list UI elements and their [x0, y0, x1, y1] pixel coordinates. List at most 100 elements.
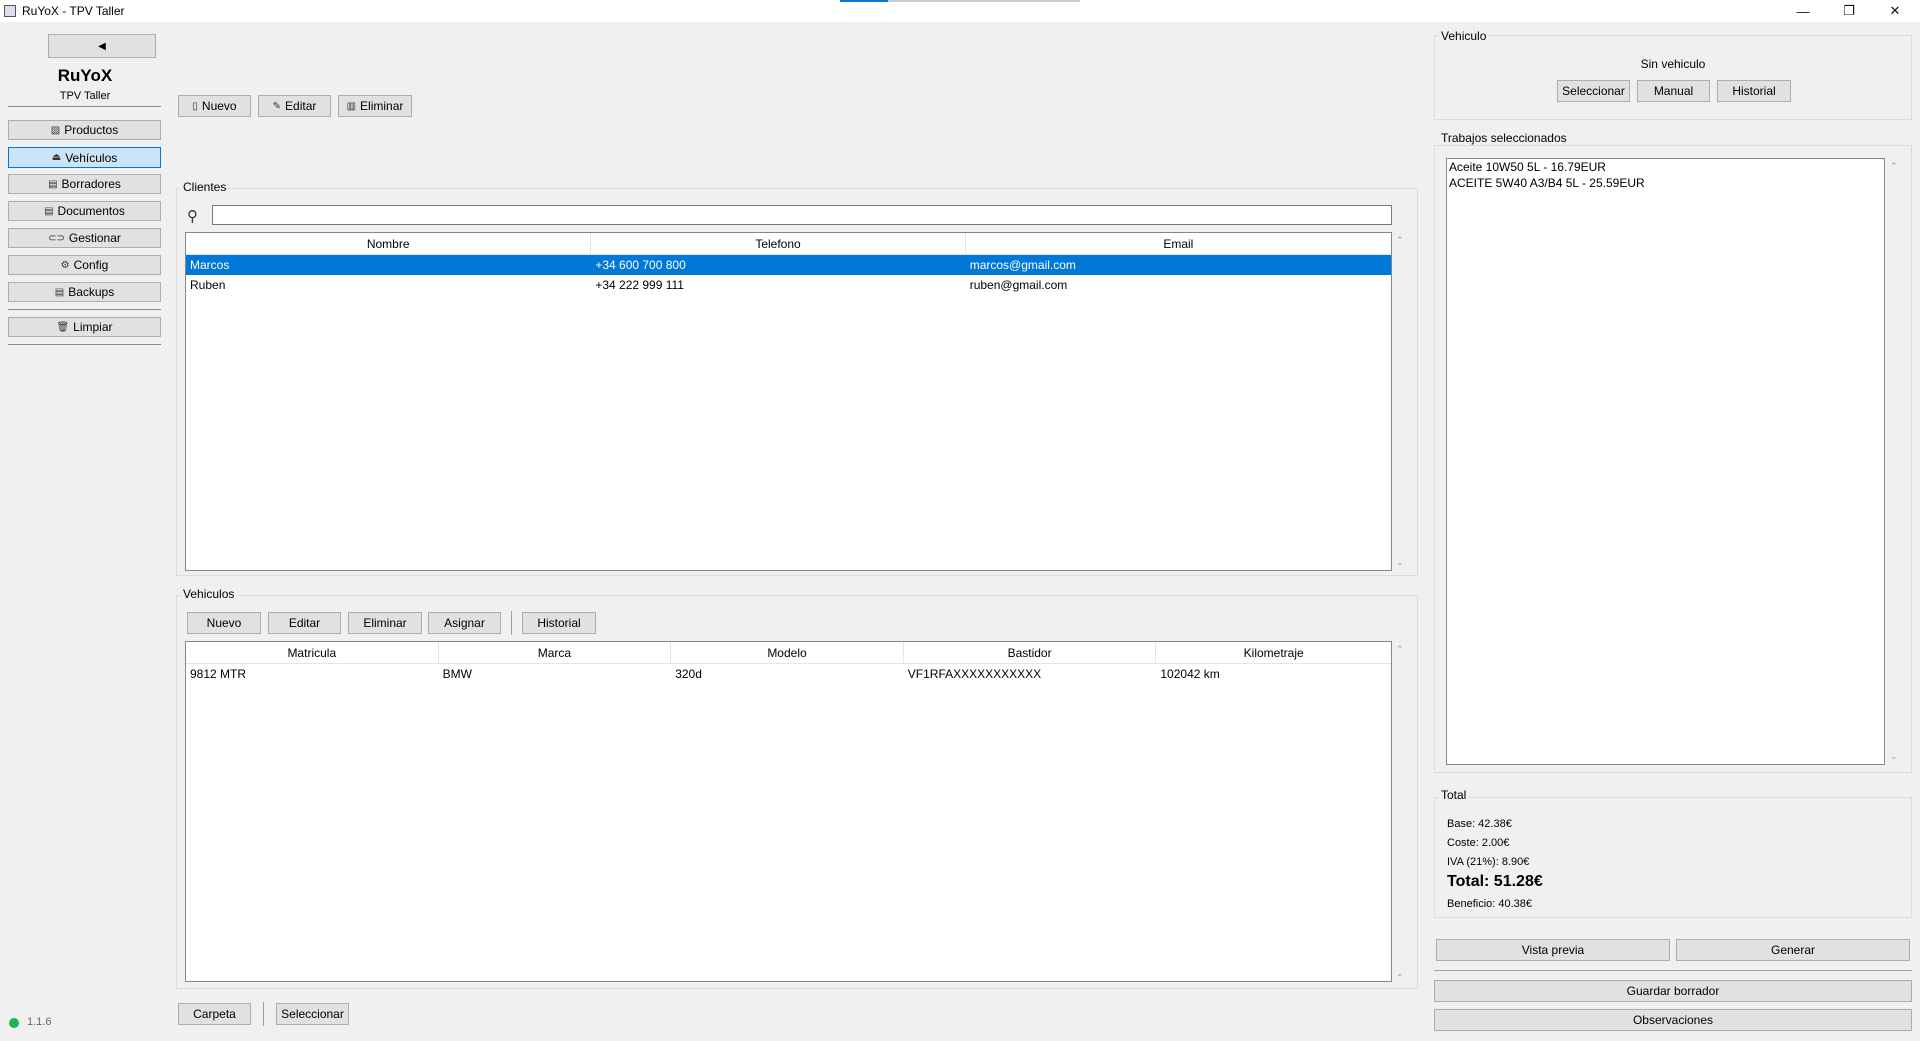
table-row[interactable]: Marcos +34 600 700 800 marcos@gmail.com: [186, 255, 1391, 275]
cell-bastidor: VF1RFAXXXXXXXXXXX: [907, 667, 1042, 681]
column-header-matricula[interactable]: Matricula: [186, 642, 439, 663]
historial-vehiculo-button[interactable]: Historial: [522, 612, 596, 634]
column-header-bastidor[interactable]: Bastidor: [904, 642, 1157, 663]
brand-subtitle: TPV Taller: [59, 90, 111, 102]
total-base: Base: 42.38€: [1447, 818, 1512, 830]
scroll-down-icon[interactable]: ⌄: [1890, 751, 1898, 762]
clientes-title: Clientes: [181, 180, 229, 194]
column-header-nombre[interactable]: Nombre: [186, 233, 592, 254]
app-icon: [4, 5, 16, 17]
cell-matricula: 9812 MTR: [190, 667, 247, 681]
manual-vehiculo-button[interactable]: Manual: [1637, 80, 1710, 102]
vehiculo-status: Sin vehiculo: [1640, 57, 1706, 71]
column-header-email[interactable]: Email: [966, 233, 1391, 254]
total-beneficio: Beneficio: 40.38€: [1447, 898, 1533, 910]
toolbar-divider: [263, 1002, 264, 1026]
asignar-vehiculo-button[interactable]: Asignar: [428, 612, 501, 634]
nuevo-cliente-button[interactable]: ▯ Nuevo: [178, 95, 251, 117]
editar-vehiculo-button[interactable]: Editar: [268, 612, 341, 634]
edit-icon: ✎: [272, 100, 282, 112]
table-row[interactable]: Ruben +34 222 999 111 ruben@gmail.com: [186, 275, 1391, 295]
eliminar-vehiculo-button[interactable]: Eliminar: [348, 612, 422, 634]
status-indicator: [9, 1018, 19, 1028]
sidebar-item-label: Vehículos: [65, 150, 118, 165]
column-header-kilometraje[interactable]: Kilometraje: [1156, 642, 1391, 663]
cell-nombre: Marcos: [190, 258, 230, 272]
list-item[interactable]: ACEITE 5W40 A3/B4 5L - 25.59EUR: [1447, 175, 1884, 191]
scroll-up-icon[interactable]: ⌃: [1396, 644, 1404, 655]
nuevo-vehiculo-button[interactable]: Nuevo: [187, 612, 261, 634]
sidebar-item-label: Gestionar: [68, 231, 121, 245]
seleccionar-button[interactable]: Seleccionar: [276, 1003, 349, 1025]
title-bar: RuYoX - TPV Taller — ❐ ✕: [0, 0, 1920, 22]
search-icon: ⚲: [187, 208, 198, 225]
seleccionar-vehiculo-button[interactable]: Seleccionar: [1557, 80, 1630, 102]
total-title: Total: [1439, 788, 1469, 802]
trash-icon: 🗑: [56, 321, 70, 333]
vehiculo-panel-title: Vehiculo: [1439, 29, 1489, 43]
brand-name: RuYoX: [57, 66, 113, 85]
sidebar-item-gestionar[interactable]: ⊂⊃ Gestionar: [8, 228, 161, 248]
table-row[interactable]: 9812 MTR BMW 320d VF1RFAXXXXXXXXXXX 1020…: [186, 664, 1391, 684]
trash-icon: ▥: [346, 100, 357, 112]
observaciones-button[interactable]: Observaciones: [1434, 1009, 1912, 1031]
column-header-modelo[interactable]: Modelo: [671, 642, 904, 663]
sidebar-item-label: Borradores: [61, 177, 121, 191]
vista-previa-button[interactable]: Vista previa: [1436, 939, 1670, 961]
toolbar-divider: [511, 611, 512, 635]
sidebar-item-label: Documentos: [57, 204, 125, 218]
column-header-telefono[interactable]: Telefono: [591, 233, 966, 254]
vehiculos-table: Matricula Marca Modelo Bastidor Kilometr…: [185, 641, 1392, 982]
guardar-borrador-button[interactable]: Guardar borrador: [1434, 980, 1912, 1002]
cell-email: ruben@gmail.com: [969, 278, 1068, 292]
carpeta-button[interactable]: Carpeta: [178, 1003, 251, 1025]
restore-icon[interactable]: ❐: [1826, 0, 1872, 22]
table-header: Matricula Marca Modelo Bastidor Kilometr…: [186, 642, 1391, 664]
clientes-search-input[interactable]: [212, 205, 1392, 225]
sidebar-item-config[interactable]: ⚙ Config: [8, 255, 161, 275]
sidebar-item-productos[interactable]: ▧ Productos: [8, 120, 161, 140]
drafts-icon: ▤: [48, 178, 58, 190]
box-icon: ▧: [50, 124, 61, 136]
editar-cliente-button[interactable]: ✎ Editar: [258, 95, 331, 117]
historial-vehiculo-panel-button[interactable]: Historial: [1717, 80, 1791, 102]
scroll-down-icon[interactable]: ⌄: [1396, 557, 1404, 568]
sidebar-item-limpiar[interactable]: 🗑 Limpiar: [8, 317, 161, 337]
button-label: Nuevo: [201, 99, 237, 113]
button-label: Eliminar: [360, 99, 404, 113]
cell-modelo: 320d: [675, 667, 702, 681]
cell-telefono: +34 222 999 111: [595, 278, 684, 292]
total-amount: Total: 51.28€: [1447, 873, 1543, 890]
sidebar-item-borradores[interactable]: ▤ Borradores: [8, 174, 161, 194]
scroll-down-icon[interactable]: ⌄: [1396, 968, 1404, 979]
column-header-marca[interactable]: Marca: [439, 642, 672, 663]
cell-nombre: Ruben: [190, 278, 226, 292]
sidebar-item-backups[interactable]: ▤ Backups: [8, 282, 161, 302]
list-item[interactable]: Aceite 10W50 5L - 16.79EUR: [1447, 159, 1884, 175]
cell-email: marcos@gmail.com: [969, 258, 1076, 272]
window-title: RuYoX - TPV Taller: [22, 4, 125, 18]
sidebar-item-label: Productos: [64, 123, 119, 137]
sidebar-item-label: Limpiar: [73, 320, 113, 334]
scroll-up-icon[interactable]: ⌃: [1396, 235, 1404, 246]
close-icon[interactable]: ✕: [1872, 0, 1918, 22]
sidebar-item-documentos[interactable]: ▤ Documentos: [8, 201, 161, 221]
trabajos-list: Aceite 10W50 5L - 16.79EUR ACEITE 5W40 A…: [1446, 158, 1885, 765]
link-icon: ⊂⊃: [48, 232, 65, 244]
new-icon: ▯: [192, 100, 198, 112]
minimize-icon[interactable]: —: [1780, 0, 1826, 22]
total-iva: IVA (21%): 8.90€: [1447, 856, 1530, 868]
sidebar-item-label: Config: [73, 258, 109, 272]
version-label: 1.1.6: [27, 1016, 52, 1028]
scroll-up-icon[interactable]: ⌃: [1890, 161, 1898, 172]
trabajos-title: Trabajos seleccionados: [1439, 131, 1569, 145]
clientes-table: Nombre Telefono Email Marcos +34 600 700…: [185, 232, 1392, 571]
document-icon: ▤: [44, 205, 54, 217]
cell-kilometraje: 102042 km: [1160, 667, 1220, 681]
generar-button[interactable]: Generar: [1676, 939, 1910, 961]
collapse-sidebar-button[interactable]: ◀: [48, 34, 156, 58]
eliminar-cliente-button[interactable]: ▥ Eliminar: [338, 95, 412, 117]
cell-telefono: +34 600 700 800: [595, 258, 686, 272]
gear-icon: ⚙: [60, 259, 70, 271]
sidebar-item-vehiculos[interactable]: ⏏ Vehículos: [8, 147, 161, 168]
